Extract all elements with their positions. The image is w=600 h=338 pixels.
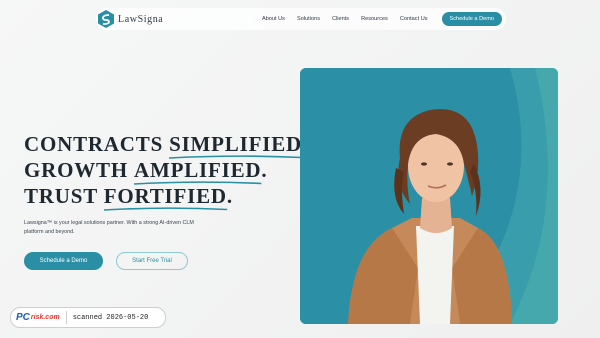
brand-name: LawSigna	[118, 13, 164, 25]
highlight-word: AMPLIFIED	[133, 157, 262, 185]
hero-image	[300, 68, 558, 324]
highlight-word: FORTIFIED	[103, 183, 227, 211]
header-bar: LawSigna About Us Solutions Clients Reso…	[96, 8, 506, 30]
nav-solutions[interactable]: Solutions	[297, 16, 320, 22]
badge-divider	[65, 311, 67, 324]
underline-swoosh	[103, 207, 227, 211]
headline-line-2: GROWTH AMPLIFIED.	[24, 157, 308, 185]
headline-line-3: TRUST FORTIFIED.	[24, 183, 308, 211]
nav-clients[interactable]: Clients	[332, 16, 349, 22]
scan-date-text: scanned 2026-05-20	[72, 313, 149, 322]
main-nav: About Us Solutions Clients Resources Con…	[262, 12, 502, 26]
nav-resources[interactable]: Resources	[361, 16, 388, 22]
start-free-trial-button[interactable]: Start Free Trial	[116, 252, 188, 270]
hero-description: Lawsigna™ is your legal solutions partne…	[24, 220, 194, 235]
pcrisk-logo: PC risk.com	[16, 312, 60, 323]
nav-contact-us[interactable]: Contact Us	[400, 16, 428, 22]
nav-schedule-demo-button[interactable]: Schedule a Demo	[441, 12, 502, 26]
headline-line-1: CONTRACTS SIMPLIFIED.	[24, 131, 308, 159]
brand-logo[interactable]: LawSigna	[98, 10, 163, 28]
hero-headline: CONTRACTS SIMPLIFIED. GROWTH AMPLIFIED. …	[24, 131, 308, 211]
highlight-word: SIMPLIFIED	[169, 131, 303, 159]
nav-about-us[interactable]: About Us	[262, 16, 285, 22]
lawsigna-logo-icon	[98, 10, 114, 28]
man-portrait-image	[300, 68, 558, 324]
scan-watermark-badge: PC risk.com scanned 2026-05-20	[10, 307, 166, 328]
schedule-demo-button[interactable]: Schedule a Demo	[24, 252, 103, 270]
